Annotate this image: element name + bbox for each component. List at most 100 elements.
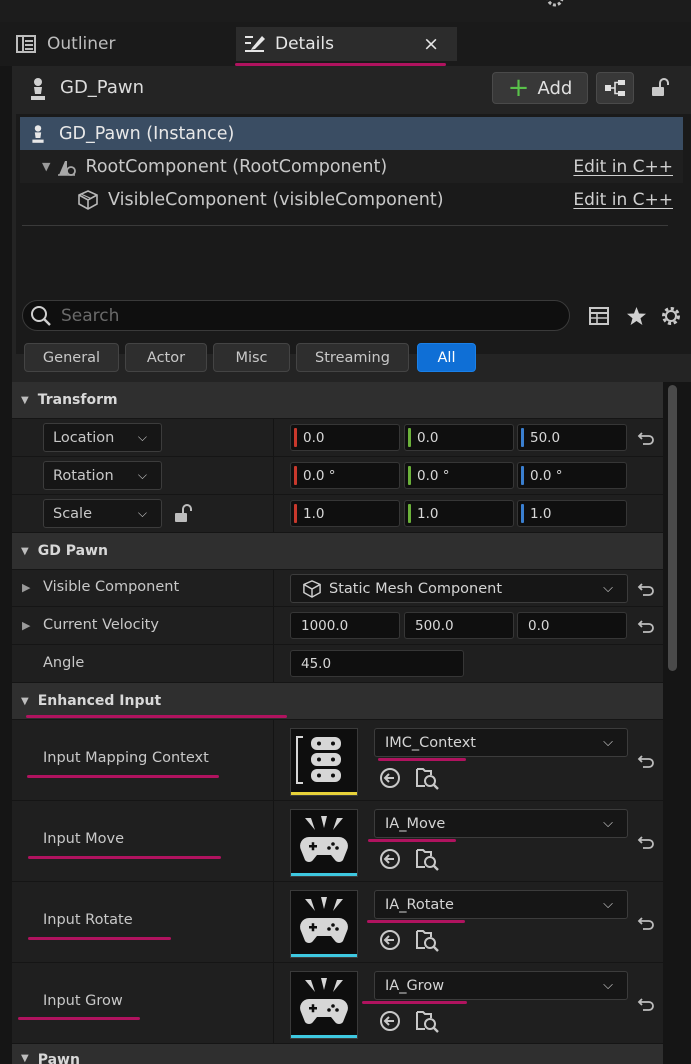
favorites-star-icon[interactable] bbox=[626, 306, 647, 326]
blueprint-hierarchy-button[interactable] bbox=[596, 72, 634, 104]
reset-to-default-icon[interactable] bbox=[637, 580, 655, 598]
browse-asset-icon[interactable] bbox=[415, 928, 439, 952]
scale-dropdown[interactable]: Scale ⌵ bbox=[43, 499, 162, 528]
unlock-icon[interactable] bbox=[650, 78, 670, 98]
collapse-arrow-icon[interactable]: ▼ bbox=[21, 395, 29, 406]
collapse-arrow-icon[interactable]: ▼ bbox=[21, 1053, 29, 1064]
expand-arrow-icon[interactable]: ▶ bbox=[22, 619, 30, 632]
settings-icon[interactable] bbox=[660, 305, 682, 327]
column-splitter[interactable] bbox=[273, 963, 274, 1043]
component-row-root[interactable]: ▼ RootComponent (RootComponent) Edit in … bbox=[20, 150, 683, 183]
use-selected-asset-icon[interactable] bbox=[379, 767, 401, 789]
velocity-y-value: 500.0 bbox=[415, 617, 454, 634]
column-splitter[interactable] bbox=[273, 457, 274, 494]
collapse-arrow-icon[interactable]: ▼ bbox=[21, 696, 29, 707]
edit-in-cpp-link[interactable]: Edit in C++ bbox=[573, 157, 673, 177]
column-splitter[interactable] bbox=[273, 570, 274, 606]
component-row-visible[interactable]: VisibleComponent (visibleComponent) Edit… bbox=[20, 183, 683, 216]
expand-arrow-icon[interactable]: ▶ bbox=[22, 581, 30, 594]
column-splitter[interactable] bbox=[273, 495, 274, 532]
chevron-down-icon: ⌵ bbox=[137, 506, 147, 520]
velocity-x-field[interactable]: 1000.0 bbox=[290, 612, 400, 639]
details-icon bbox=[245, 36, 265, 52]
rotation-x-field[interactable]: 0.0 ° bbox=[290, 462, 400, 489]
scale-row: Scale ⌵ 1.0 1.0 1.0 bbox=[12, 495, 663, 533]
reset-to-default-icon[interactable] bbox=[637, 429, 655, 447]
browse-asset-icon[interactable] bbox=[415, 766, 439, 790]
add-component-button[interactable]: + Add bbox=[492, 72, 588, 104]
asset-thumbnail[interactable] bbox=[290, 809, 358, 877]
column-splitter[interactable] bbox=[273, 419, 274, 456]
input-asset-dropdown[interactable]: IA_Rotate ⌵ bbox=[374, 890, 628, 919]
tab-outliner-label: Outliner bbox=[47, 34, 116, 54]
rotation-dropdown[interactable]: Rotation ⌵ bbox=[43, 461, 162, 490]
label-highlight bbox=[28, 937, 171, 940]
collapse-arrow-icon[interactable]: ▼ bbox=[42, 160, 50, 173]
section-gd-pawn[interactable]: ▼ GD Pawn bbox=[12, 533, 663, 569]
input-asset-dropdown[interactable]: IA_Grow ⌵ bbox=[374, 971, 628, 1000]
rotation-z-field[interactable]: 0.0 ° bbox=[517, 462, 627, 489]
use-selected-asset-icon[interactable] bbox=[379, 929, 401, 951]
rotation-y-field[interactable]: 0.0 ° bbox=[404, 462, 514, 489]
component-row-instance[interactable]: GD_Pawn (Instance) bbox=[20, 117, 683, 150]
column-splitter[interactable] bbox=[273, 882, 274, 962]
collapse-arrow-icon[interactable]: ▼ bbox=[21, 546, 29, 557]
scale-x-field[interactable]: 1.0 bbox=[290, 500, 400, 527]
current-velocity-row: ▶ Current Velocity 1000.0 500.0 0.0 bbox=[12, 607, 663, 645]
location-z-field[interactable]: 50.0 bbox=[517, 424, 627, 451]
asset-thumbnail[interactable] bbox=[290, 728, 358, 796]
section-enhanced-input[interactable]: ▼ Enhanced Input bbox=[12, 683, 663, 719]
asset-type-accent bbox=[291, 954, 357, 957]
pawn-icon bbox=[31, 78, 45, 100]
asset-thumbnail[interactable] bbox=[290, 971, 358, 1039]
reset-to-default-icon[interactable] bbox=[637, 995, 655, 1013]
column-splitter[interactable] bbox=[273, 645, 274, 682]
visible-component-dropdown[interactable]: Static Mesh Component ⌵ bbox=[290, 574, 628, 603]
input-asset-dropdown[interactable]: IA_Move ⌵ bbox=[374, 809, 628, 838]
scale-y-field[interactable]: 1.0 bbox=[404, 500, 514, 527]
velocity-z-field[interactable]: 0.0 bbox=[517, 612, 627, 639]
close-tab-icon[interactable]: × bbox=[423, 33, 439, 55]
reset-to-default-icon[interactable] bbox=[637, 752, 655, 770]
filter-streaming-button[interactable]: Streaming bbox=[296, 343, 409, 372]
browse-asset-icon[interactable] bbox=[415, 1009, 439, 1033]
input-asset-dropdown[interactable]: IMC_Context ⌵ bbox=[374, 728, 628, 757]
search-input[interactable]: Search bbox=[22, 300, 570, 331]
section-pawn[interactable]: ▼ Pawn bbox=[12, 1044, 663, 1064]
velocity-y-field[interactable]: 500.0 bbox=[404, 612, 514, 639]
asset-thumbnail[interactable] bbox=[290, 890, 358, 958]
scale-z-field[interactable]: 1.0 bbox=[517, 500, 627, 527]
input-action-icon bbox=[300, 978, 348, 1024]
velocity-x-value: 1000.0 bbox=[301, 617, 349, 634]
filter-all-button[interactable]: All bbox=[417, 343, 476, 372]
asset-type-accent bbox=[291, 873, 357, 876]
reset-to-default-icon[interactable] bbox=[637, 617, 655, 635]
angle-field[interactable]: 45.0 bbox=[290, 650, 464, 677]
settings-gear-icon[interactable] bbox=[544, 0, 566, 10]
edit-in-cpp-link[interactable]: Edit in C++ bbox=[573, 190, 673, 210]
use-selected-asset-icon[interactable] bbox=[379, 1010, 401, 1032]
section-transform[interactable]: ▼ Transform bbox=[12, 382, 663, 418]
column-splitter[interactable] bbox=[273, 607, 274, 644]
property-matrix-icon[interactable] bbox=[589, 306, 609, 326]
location-y-field[interactable]: 0.0 bbox=[404, 424, 514, 451]
location-dropdown[interactable]: Location ⌵ bbox=[43, 423, 162, 452]
filter-general-button[interactable]: General bbox=[24, 343, 119, 372]
static-mesh-icon bbox=[303, 579, 321, 598]
tab-details[interactable]: Details × bbox=[236, 27, 457, 61]
column-splitter[interactable] bbox=[273, 720, 274, 800]
filter-actor-button[interactable]: Actor bbox=[125, 343, 207, 372]
reset-to-default-icon[interactable] bbox=[637, 833, 655, 851]
scale-lock-icon[interactable] bbox=[173, 504, 193, 524]
section-title: Pawn bbox=[37, 1052, 80, 1064]
value-highlight bbox=[362, 1001, 467, 1004]
use-selected-asset-icon[interactable] bbox=[379, 848, 401, 870]
reset-to-default-icon[interactable] bbox=[637, 914, 655, 932]
vertical-scrollbar[interactable] bbox=[668, 385, 677, 671]
location-x-field[interactable]: 0.0 bbox=[290, 424, 400, 451]
browse-asset-icon[interactable] bbox=[415, 847, 439, 871]
column-splitter[interactable] bbox=[273, 801, 274, 881]
section-highlight bbox=[26, 715, 287, 718]
tab-outliner[interactable]: Outliner bbox=[16, 27, 226, 61]
filter-misc-button[interactable]: Misc bbox=[213, 343, 290, 372]
